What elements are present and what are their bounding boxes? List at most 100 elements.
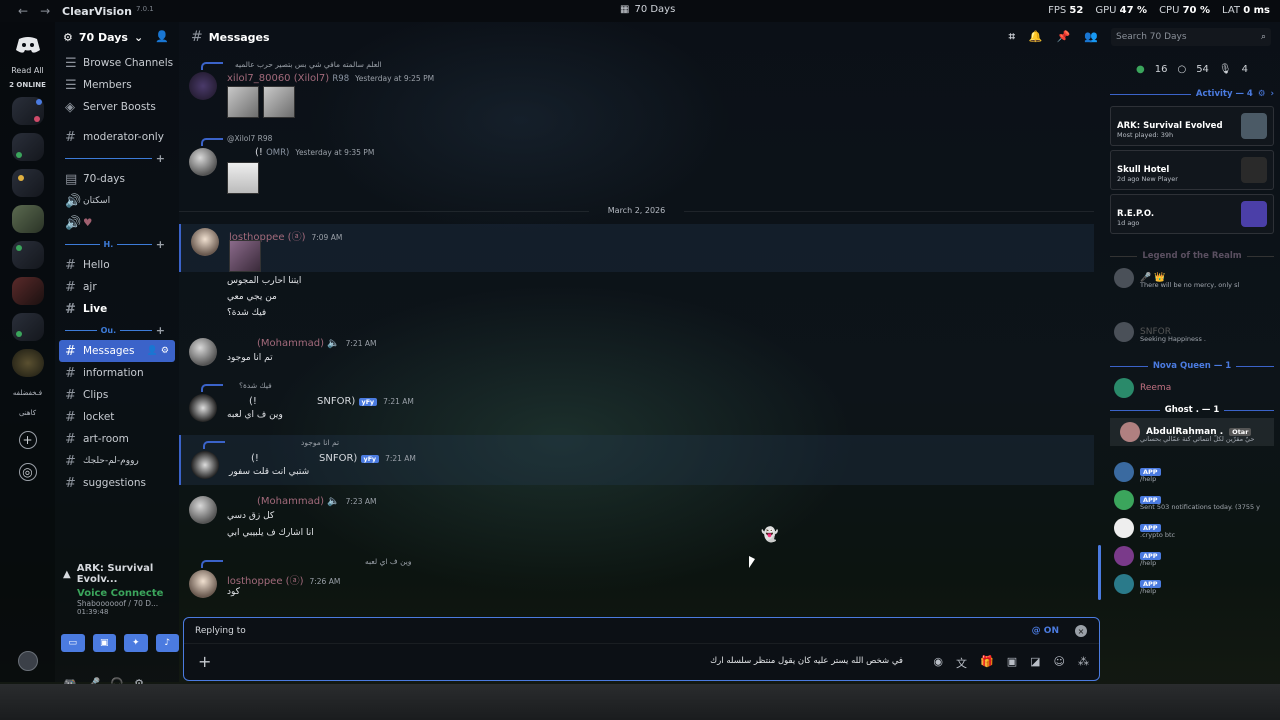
channel-messages[interactable]: # Messages 👤 ⚙ bbox=[59, 340, 175, 362]
image-attachment[interactable] bbox=[227, 162, 259, 194]
server-icon-6[interactable] bbox=[11, 277, 44, 305]
channel-arabic[interactable]: # رووم-لم-حلجك bbox=[55, 450, 179, 472]
channel-live[interactable]: # Live bbox=[55, 298, 179, 320]
reply-preview[interactable]: فيك شدة؟ bbox=[239, 381, 272, 390]
add-channel-icon[interactable]: + bbox=[156, 324, 165, 337]
channel-information[interactable]: # information bbox=[55, 362, 179, 384]
channel-settings-icon[interactable]: 👤 ⚙ bbox=[147, 346, 169, 356]
activity-section[interactable]: Activity — 4 ⚙ › bbox=[1104, 86, 1280, 102]
server-icon-3[interactable] bbox=[11, 169, 44, 197]
discord-logo-icon[interactable] bbox=[15, 36, 41, 54]
username[interactable]: xilol7_80060 (Xilol7) R98 Yesterday at 9:… bbox=[227, 73, 434, 84]
gear-icon[interactable]: ⚙ bbox=[1258, 89, 1266, 99]
threads-icon[interactable]: ⌗ bbox=[1009, 30, 1015, 44]
eye-icon[interactable]: ◉ bbox=[933, 655, 943, 671]
emoji-icon[interactable]: ☺ bbox=[1054, 655, 1065, 671]
server-icon-7[interactable] bbox=[11, 313, 44, 341]
voice-channel-name[interactable]: Shaboooooof / 70 D... bbox=[77, 599, 179, 608]
server-text-2[interactable]: كاهنى bbox=[19, 409, 36, 417]
username[interactable]: (Mohammad) 🔈 7:23 AM bbox=[257, 496, 376, 507]
username[interactable]: losthoppee (ⓐ) 7:26 AM bbox=[227, 572, 340, 587]
discover-icon[interactable]: ◎ bbox=[18, 463, 37, 481]
sticker-icon[interactable]: ◪ bbox=[1030, 655, 1040, 671]
channel-ajr[interactable]: # ajr bbox=[55, 276, 179, 298]
bot-row[interactable]: APP/help bbox=[1104, 458, 1280, 486]
translate-icon[interactable]: 文 bbox=[956, 655, 967, 671]
server-icon-5[interactable] bbox=[11, 241, 44, 269]
back-arrow-icon[interactable]: ← bbox=[18, 4, 28, 18]
server-icon-4[interactable] bbox=[11, 205, 44, 233]
reply-preview[interactable]: تم انا موجود bbox=[301, 438, 339, 447]
guild-header[interactable]: ⚙ 70 Days ⌄ 👤 bbox=[55, 22, 179, 52]
user-avatar[interactable] bbox=[17, 651, 38, 671]
mention-toggle[interactable]: @ ON bbox=[1032, 626, 1059, 636]
avatar[interactable] bbox=[189, 338, 217, 366]
voice-channel-1[interactable]: 🔊 اسكتان bbox=[55, 190, 179, 212]
pin-icon[interactable]: 📌 bbox=[1057, 30, 1071, 44]
username[interactable]: (Mohammad) 🔈 7:21 AM bbox=[257, 338, 376, 349]
channel-suggestions[interactable]: # suggestions bbox=[55, 472, 179, 494]
forward-arrow-icon[interactable]: → bbox=[40, 4, 50, 18]
channel-hello[interactable]: # Hello bbox=[55, 254, 179, 276]
member-row[interactable]: AbdulRahman . Otar حيّ مقرّين لكلّ انتمائي… bbox=[1110, 418, 1274, 446]
avatar[interactable] bbox=[191, 451, 219, 479]
invite-icon[interactable]: 👤 bbox=[155, 30, 169, 43]
scrollbar[interactable] bbox=[1098, 545, 1101, 600]
chevron-right-icon[interactable]: › bbox=[1270, 89, 1274, 99]
image-attachment[interactable] bbox=[227, 86, 259, 118]
add-channel-icon[interactable]: + bbox=[156, 152, 165, 165]
avatar[interactable] bbox=[189, 496, 217, 524]
channel-70-days[interactable]: ▤ 70-days bbox=[55, 168, 179, 190]
server-icon-8[interactable] bbox=[11, 349, 44, 377]
activity-bar[interactable]: ▲ ARK: Survival Evolv... bbox=[55, 563, 179, 585]
bell-icon[interactable]: 🔔 bbox=[1029, 30, 1043, 44]
message-input[interactable]: في شخص الله يستر عليه كان يقول منتظر سلس… bbox=[710, 656, 903, 666]
avatar[interactable] bbox=[189, 148, 217, 176]
username[interactable]: (! bbox=[251, 453, 259, 464]
screen-share-button[interactable]: ▣ bbox=[92, 634, 116, 652]
camera-off-button[interactable]: ▭ bbox=[61, 634, 85, 652]
avatar[interactable] bbox=[189, 394, 217, 422]
server-icon-1[interactable] bbox=[11, 97, 44, 125]
search-input[interactable]: Search 70 Days ⌕ bbox=[1111, 28, 1271, 46]
channel-clips[interactable]: # Clips bbox=[55, 384, 179, 406]
server-icon-2[interactable] bbox=[11, 133, 44, 161]
reply-preview[interactable]: وين ف اي لعبه bbox=[365, 557, 412, 566]
soundboard-button[interactable]: ♪ bbox=[155, 634, 179, 652]
member-row[interactable]: SNFOR Seeking Happiness . bbox=[1104, 318, 1280, 346]
reply-preview[interactable]: @Xilol7 R98 bbox=[227, 134, 272, 143]
apps-icon[interactable]: ⁂ bbox=[1078, 655, 1089, 671]
image-attachment[interactable] bbox=[229, 240, 261, 272]
bot-row[interactable]: APP/help bbox=[1104, 542, 1280, 570]
member-row[interactable]: 🎤 👑 There will be no mercy, only sl bbox=[1104, 264, 1280, 292]
user-avatar-area[interactable] bbox=[0, 650, 55, 672]
add-channel-icon[interactable]: + bbox=[156, 238, 165, 251]
bot-row[interactable]: APP/help bbox=[1104, 570, 1280, 598]
avatar[interactable] bbox=[191, 228, 219, 256]
member-list-icon[interactable]: 👥 bbox=[1084, 30, 1098, 44]
activities-button[interactable]: ✦ bbox=[124, 634, 148, 652]
channel-locket[interactable]: # locket bbox=[55, 406, 179, 428]
username[interactable]: (! bbox=[249, 396, 257, 407]
voice-channel-2[interactable]: 🔊 ♥ bbox=[55, 212, 179, 234]
gift-icon[interactable]: 🎁 bbox=[980, 655, 994, 671]
game-card[interactable]: R.E.P.O. 1d ago bbox=[1110, 194, 1274, 234]
channel-art-room[interactable]: # art-room bbox=[55, 428, 179, 450]
server-boosts[interactable]: ◈ Server Boosts bbox=[55, 96, 179, 118]
avatar[interactable] bbox=[189, 72, 217, 100]
browse-channels[interactable]: ☰ Browse Channels bbox=[55, 52, 179, 74]
avatar[interactable] bbox=[189, 570, 217, 598]
username[interactable]: (! OMR) Yesterday at 9:35 PM bbox=[255, 147, 374, 158]
member-row[interactable]: Reema bbox=[1104, 374, 1280, 402]
bot-row[interactable]: APP Sent 503 notifications today. (3755 y bbox=[1104, 486, 1280, 514]
image-attachment[interactable] bbox=[263, 86, 295, 118]
channel-moderator-only[interactable]: # moderator-only bbox=[55, 126, 179, 148]
bot-row[interactable]: APP .crypto btc bbox=[1104, 514, 1280, 542]
game-card[interactable]: Skull Hotel 2d ago New Player bbox=[1110, 150, 1274, 190]
members-item[interactable]: ☰ Members bbox=[55, 74, 179, 96]
attach-plus-icon[interactable]: + bbox=[198, 652, 211, 671]
game-card[interactable]: ARK: Survival Evolved Most played: 39h bbox=[1110, 106, 1274, 146]
reply-preview[interactable]: العلم سالمته مافي شي بس بتصير حرب عالميه bbox=[235, 60, 382, 69]
read-all-button[interactable]: Read All bbox=[11, 66, 44, 75]
server-text-1[interactable]: فـخفضلفه bbox=[13, 389, 42, 397]
